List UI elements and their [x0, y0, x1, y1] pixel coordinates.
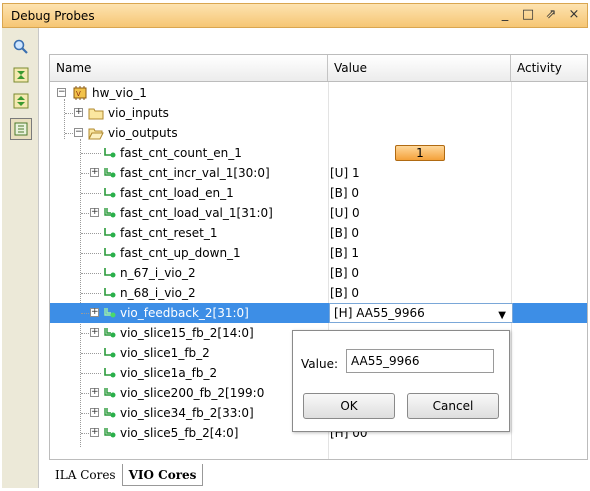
probe-value[interactable]: [B] 1	[330, 243, 359, 263]
column-header-name[interactable]: Name	[50, 55, 328, 81]
probe-name: fast_cnt_incr_val_1[30:0]	[120, 166, 270, 180]
probe-toggle-button[interactable]: 1	[395, 145, 445, 161]
probe-row-selected[interactable]: + vio_feedback_2[31:0] [H] AA55_9966 ▼	[50, 303, 587, 323]
probe-value[interactable]: [B] 0	[330, 283, 359, 303]
bus-probe-icon	[102, 166, 118, 180]
expand-toggle-icon[interactable]: +	[90, 428, 99, 437]
probe-name: vio_slice1_fb_2	[120, 346, 210, 360]
probe-row[interactable]: fast_cnt_reset_1 [B] 0	[50, 223, 587, 243]
probe-name: n_68_i_vio_2	[120, 286, 196, 300]
probe-value[interactable]: [B] 0	[330, 263, 359, 283]
probe-name: fast_cnt_load_en_1	[120, 186, 234, 200]
probe-row[interactable]: + fast_cnt_incr_val_1[30:0] [U] 1	[50, 163, 587, 183]
panel-title: Debug Probes	[11, 9, 95, 23]
probe-row[interactable]: fast_cnt_up_down_1 [B] 1	[50, 243, 587, 263]
probe-row[interactable]: fast_cnt_count_en_1 1	[50, 143, 587, 163]
bus-probe-icon	[102, 406, 118, 420]
expand-toggle-icon[interactable]: +	[90, 328, 99, 337]
expand-toggle-icon[interactable]: +	[90, 208, 99, 217]
core-tabs: ILA Cores VIO Cores	[49, 464, 204, 490]
vio-core-icon: V	[72, 86, 88, 100]
probe-name: fast_cnt_load_val_1[31:0]	[120, 206, 273, 220]
collapse-toggle-icon[interactable]: −	[57, 88, 66, 97]
folder-icon	[88, 106, 104, 120]
tab-ila-cores[interactable]: ILA Cores	[49, 464, 122, 486]
probe-name: n_67_i_vio_2	[120, 266, 196, 280]
table-header: Name Value Activity	[50, 55, 587, 82]
value-input[interactable]	[346, 349, 494, 373]
bus-probe-icon	[102, 206, 118, 220]
ok-button[interactable]: OK	[303, 393, 395, 419]
tree-label-vio-outputs: vio_outputs	[108, 126, 178, 140]
value-edit-popup: Value: OK Cancel	[292, 330, 510, 432]
folder-open-icon	[88, 126, 104, 140]
output-probe-icon	[102, 146, 118, 160]
bus-probe-icon	[102, 386, 118, 400]
cancel-button[interactable]: Cancel	[407, 393, 499, 419]
maximize-icon[interactable]: □	[521, 7, 535, 23]
probe-name: vio_slice1a_fb_2	[120, 366, 218, 380]
value-label: Value:	[301, 357, 338, 371]
output-probe-icon	[102, 266, 118, 280]
bus-probe-icon	[102, 426, 118, 440]
dropdown-value: [H] AA55_9966	[334, 306, 425, 320]
probe-name: vio_slice15_fb_2[14:0]	[120, 326, 254, 340]
restore-icon[interactable]: ⇗	[544, 7, 558, 23]
collapse-all-icon[interactable]	[10, 64, 32, 86]
probe-row[interactable]: n_68_i_vio_2 [B] 0	[50, 283, 587, 303]
probe-row[interactable]: + fast_cnt_load_val_1[31:0] [U] 0	[50, 203, 587, 223]
close-icon[interactable]: ×	[567, 7, 581, 23]
probe-toolbar	[2, 28, 39, 488]
tree-row-vio-outputs[interactable]: − vio_outputs	[50, 123, 587, 143]
column-header-value[interactable]: Value	[328, 55, 511, 81]
probe-name: fast_cnt_reset_1	[120, 226, 218, 240]
expand-toggle-icon[interactable]: +	[90, 388, 99, 397]
probe-row[interactable]: n_67_i_vio_2 [B] 0	[50, 263, 587, 283]
tree-label-vio-inputs: vio_inputs	[108, 106, 169, 120]
tree-row-vio-inputs[interactable]: + vio_inputs	[50, 103, 587, 123]
probe-name: vio_feedback_2[31:0]	[120, 306, 249, 320]
panel-title-bar: Debug Probes _ □ ⇗ ×	[2, 3, 588, 28]
probe-value[interactable]: [U] 1	[330, 163, 360, 183]
output-probe-icon	[102, 186, 118, 200]
probe-value[interactable]: [B] 0	[330, 183, 359, 203]
output-probe-icon	[102, 346, 118, 360]
tree-label-root: hw_vio_1	[92, 86, 147, 100]
column-header-activity[interactable]: Activity	[511, 55, 587, 81]
probe-value[interactable]: [U] 0	[330, 203, 360, 223]
output-probe-icon	[102, 366, 118, 380]
expand-toggle-icon[interactable]: +	[90, 308, 99, 317]
bus-probe-icon	[102, 326, 118, 340]
probe-name: fast_cnt_up_down_1	[120, 246, 241, 260]
probe-value[interactable]: [B] 0	[330, 223, 359, 243]
bus-probe-icon	[102, 306, 118, 320]
probe-name: vio_slice5_fb_2[4:0]	[120, 426, 239, 440]
probe-name: vio_slice200_fb_2[199:0	[120, 386, 265, 400]
probe-name: fast_cnt_count_en_1	[120, 146, 242, 160]
probe-value-dropdown[interactable]: [H] AA55_9966 ▼	[329, 303, 513, 323]
tab-vio-cores[interactable]: VIO Cores	[121, 464, 204, 486]
probe-name: vio_slice34_fb_2[33:0]	[120, 406, 254, 420]
minimize-icon[interactable]: _	[498, 7, 512, 23]
probe-row[interactable]: fast_cnt_load_en_1 [B] 0	[50, 183, 587, 203]
output-probe-icon	[102, 226, 118, 240]
expand-toggle-icon[interactable]: +	[74, 108, 83, 117]
collapse-toggle-icon[interactable]: −	[74, 128, 83, 137]
expand-all-icon[interactable]	[10, 90, 32, 112]
tree-row-root[interactable]: − V hw_vio_1	[50, 83, 587, 103]
expand-toggle-icon[interactable]: +	[90, 408, 99, 417]
output-probe-icon	[102, 246, 118, 260]
expand-toggle-icon[interactable]: +	[90, 168, 99, 177]
svg-text:V: V	[76, 90, 81, 98]
hierarchy-icon[interactable]	[10, 118, 32, 140]
output-probe-icon	[102, 286, 118, 300]
search-icon[interactable]	[10, 36, 32, 58]
